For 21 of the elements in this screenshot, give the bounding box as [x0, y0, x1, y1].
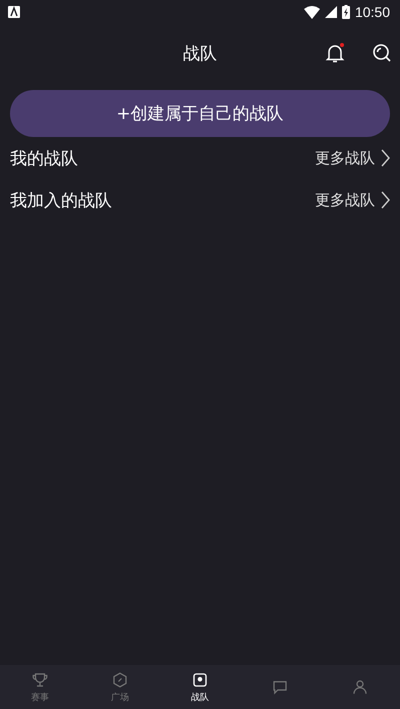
search-icon[interactable] — [372, 43, 392, 63]
person-icon — [351, 678, 369, 696]
trophy-icon — [31, 670, 49, 688]
wifi-icon — [304, 6, 320, 18]
chevron-icon — [381, 149, 390, 167]
chevron-icon — [381, 191, 390, 209]
hexagon-icon — [111, 670, 129, 688]
battery-icon — [342, 5, 350, 19]
create-team-button[interactable]: +创建属于自己的战队 — [10, 90, 390, 137]
team-icon — [191, 670, 209, 688]
section-title: 我加入的战队 — [10, 190, 113, 212]
more-teams-link[interactable]: 更多战队 — [315, 148, 390, 168]
signal-icon — [324, 6, 337, 18]
status-time: 10:50 — [354, 4, 390, 20]
notification-icon — [8, 6, 20, 18]
chat-icon — [271, 678, 289, 696]
more-teams-link[interactable]: 更多战队 — [315, 190, 390, 210]
section-title: 我的战队 — [10, 148, 79, 170]
bell-icon[interactable] — [324, 42, 346, 64]
nav-tab[interactable]: 战队 — [160, 665, 240, 709]
page-title: 战队 — [183, 42, 217, 64]
